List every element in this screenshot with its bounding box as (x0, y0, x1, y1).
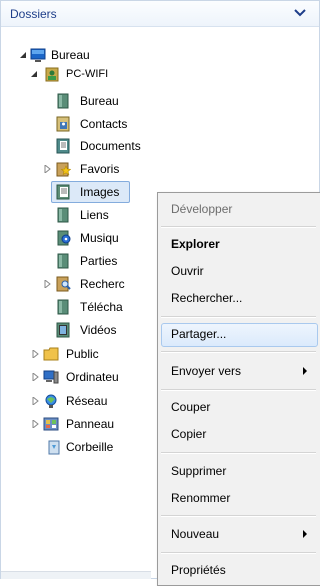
collapsed-triangle-icon[interactable] (31, 420, 39, 428)
tree-label: Réseau (66, 394, 108, 408)
collapsed-triangle-icon[interactable] (43, 165, 51, 173)
tree-label: Parties (80, 254, 118, 268)
submenu-arrow-icon (303, 367, 307, 375)
tree-item-public[interactable]: Public (0, 344, 150, 364)
search-folder-icon (56, 276, 71, 292)
control-panel-icon (43, 417, 59, 431)
folder-icon (57, 93, 69, 109)
recycle-bin-icon (48, 440, 60, 455)
tree-item-videos[interactable]: Vidéos (0, 320, 150, 340)
tree-label: Recherc (80, 277, 125, 291)
menu-item-supprimer[interactable]: Supprimer (171, 461, 226, 481)
menu-item-rechercher[interactable]: Rechercher... (171, 288, 242, 308)
menu-item-explorer[interactable]: Explorer (171, 234, 220, 254)
tree-item-liens[interactable]: Liens (0, 205, 150, 225)
favorites-icon (56, 162, 71, 177)
user-folder-icon (45, 67, 59, 82)
menu-separator (161, 351, 316, 353)
tree-label: Documents (80, 139, 141, 153)
tree-label: Bureau (80, 94, 119, 108)
menu-item-ouvrir[interactable]: Ouvrir (171, 261, 204, 281)
tree-item-panneau[interactable]: Panneau (0, 414, 150, 434)
context-menu: Développer Explorer Ouvrir Rechercher...… (157, 192, 320, 586)
tree-label: Public (66, 347, 99, 361)
tree-label: Musiqu (80, 231, 119, 245)
folder-icon (57, 207, 69, 223)
tree-item-images[interactable]: Images (0, 182, 150, 202)
documents-icon (56, 138, 70, 154)
tree-item-corbeille[interactable]: Corbeille (0, 437, 150, 457)
menu-item-partager[interactable]: Partager... (171, 324, 226, 344)
tree-item-recherches[interactable]: Recherc (0, 274, 150, 294)
images-folder-icon (56, 184, 70, 200)
menu-item-envoyer-vers[interactable]: Envoyer vers (171, 361, 241, 381)
tree-label: Ordinateu (66, 370, 119, 384)
tree-label: Télécha (80, 300, 123, 314)
tree-label: Images (80, 185, 120, 199)
panel-header[interactable]: Dossiers (1, 1, 319, 27)
menu-separator (161, 452, 316, 454)
tree-label: PC-WIFI (66, 68, 109, 80)
menu-item-copier[interactable]: Copier (171, 424, 206, 444)
menu-separator (161, 226, 316, 228)
tree-item-ordinateur[interactable]: Ordinateu (0, 367, 150, 387)
computer-icon (43, 370, 59, 384)
expanded-triangle-icon[interactable] (19, 51, 27, 59)
menu-item-renommer[interactable]: Renommer (171, 488, 230, 508)
network-icon (45, 394, 57, 408)
menu-item-couper[interactable]: Couper (171, 397, 210, 417)
tree-item-pc[interactable]: PC-WIFI (0, 64, 150, 84)
folder-icon (57, 253, 69, 269)
tree-label: Corbeille (66, 440, 114, 454)
tree-item-parties[interactable]: Parties (0, 251, 150, 271)
menu-separator (161, 389, 316, 391)
tree-item-telechargements[interactable]: Télécha (0, 297, 150, 317)
chevron-down-icon[interactable] (293, 6, 307, 20)
folder-icon (57, 299, 69, 315)
tree-item-reseau[interactable]: Réseau (0, 391, 150, 411)
tree-item-contacts[interactable]: Contacts (0, 114, 150, 134)
tree-item-bureau[interactable]: Bureau (0, 91, 150, 111)
submenu-arrow-icon (303, 530, 307, 538)
tree-label: Favoris (80, 162, 120, 176)
contacts-icon (56, 116, 70, 132)
music-folder-icon (57, 230, 71, 246)
menu-separator (161, 316, 316, 318)
tree-item-bureau-root[interactable]: Bureau (0, 45, 140, 65)
tree-item-documents[interactable]: Documents (0, 136, 150, 156)
folder-icon (43, 347, 59, 361)
collapsed-triangle-icon[interactable] (43, 280, 51, 288)
tree-item-musique[interactable]: Musiqu (0, 228, 150, 248)
menu-item-proprietes[interactable]: Propriétés (171, 560, 226, 580)
tree-label: Bureau (51, 48, 90, 62)
collapsed-triangle-icon[interactable] (31, 397, 39, 405)
menu-item-developper[interactable]: Développer (171, 199, 232, 219)
horizontal-scrollbar[interactable] (1, 571, 151, 579)
collapsed-triangle-icon[interactable] (31, 373, 39, 381)
menu-separator (161, 552, 316, 554)
menu-item-nouveau[interactable]: Nouveau (171, 524, 219, 544)
expanded-triangle-icon[interactable] (30, 70, 38, 78)
tree-label: Vidéos (80, 323, 117, 337)
menu-separator (161, 515, 316, 517)
tree-label: Liens (80, 208, 109, 222)
tree-item-favoris[interactable]: Favoris (0, 159, 150, 179)
panel-title: Dossiers (10, 7, 57, 21)
tree-label: Contacts (80, 117, 128, 131)
tree-label: Panneau (66, 417, 115, 431)
collapsed-triangle-icon[interactable] (31, 350, 39, 358)
video-folder-icon (56, 322, 70, 338)
desktop-icon (30, 48, 46, 62)
